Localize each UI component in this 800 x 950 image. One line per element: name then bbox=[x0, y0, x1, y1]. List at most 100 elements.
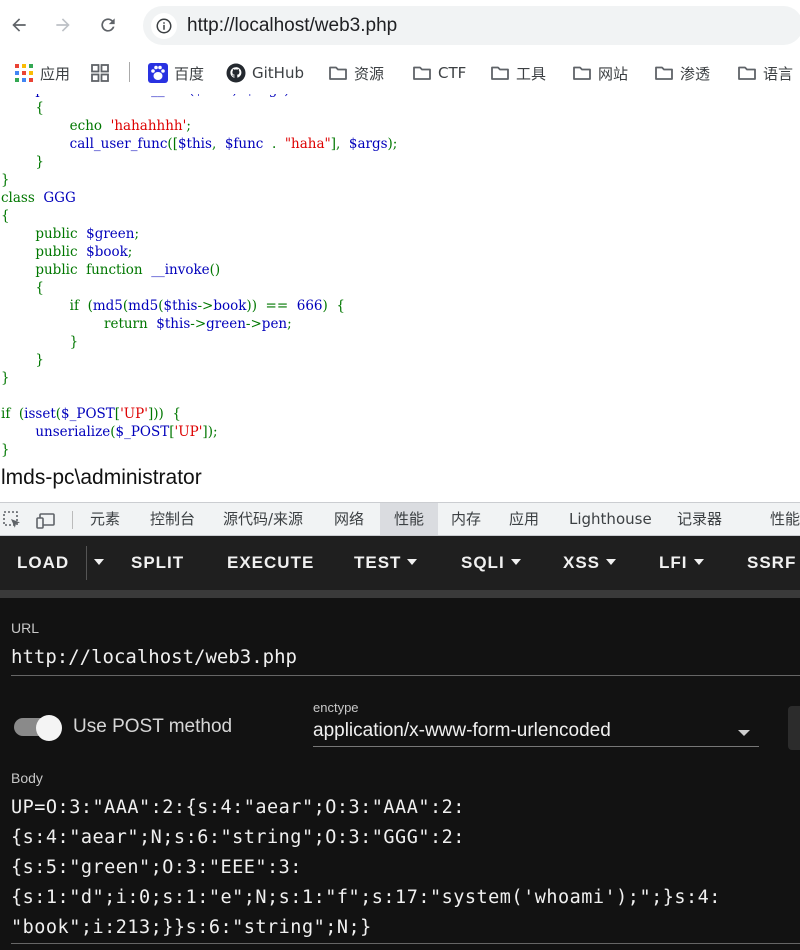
bookmark-folder-pentest[interactable]: 渗透 bbox=[654, 60, 710, 86]
tab-recorder[interactable]: 记录器 bbox=[667, 503, 732, 535]
folder-icon bbox=[491, 66, 509, 80]
code-token: ])) { bbox=[147, 406, 181, 422]
tab-elements[interactable]: 元素 bbox=[80, 503, 130, 535]
code-token: $func bbox=[224, 136, 272, 152]
body-field-underline bbox=[11, 943, 800, 944]
tab-groups-icon bbox=[91, 64, 109, 82]
side-panel-button[interactable] bbox=[788, 706, 800, 750]
code-token: 'UP' bbox=[120, 406, 148, 422]
code-line: public function __invoke() bbox=[1, 261, 397, 279]
execute-button[interactable]: EXECUTE bbox=[227, 536, 314, 590]
browser-nav-bar: http://localhost/web3.php bbox=[0, 0, 800, 52]
body-line: {s:1:"d";i:0;s:1:"e";N;s:1:"f";s:17:"sys… bbox=[11, 887, 721, 908]
code-token: $_POST bbox=[61, 406, 115, 422]
tab-sources[interactable]: 源代码/来源 bbox=[212, 503, 314, 535]
tab-application[interactable]: 应用 bbox=[499, 503, 549, 535]
apps-grid-icon bbox=[15, 64, 33, 82]
code-token: () bbox=[209, 262, 221, 278]
code-token: 'hahahhhh' bbox=[110, 118, 187, 134]
bookmark-folder-websites[interactable]: 网站 bbox=[572, 60, 628, 86]
device-toolbar-icon[interactable] bbox=[36, 510, 56, 530]
code-token: green bbox=[206, 316, 246, 332]
code-line: public $green; bbox=[1, 225, 397, 243]
url-field-underline bbox=[11, 675, 800, 676]
back-button[interactable] bbox=[4, 10, 34, 40]
code-token: -> bbox=[190, 316, 207, 332]
code-token: md5 bbox=[128, 298, 159, 314]
bookmark-label: 工具 bbox=[516, 64, 547, 83]
toolbar-divider bbox=[86, 546, 87, 580]
bookmark-folder-tools[interactable]: 工具 bbox=[490, 60, 546, 86]
forward-button[interactable] bbox=[48, 10, 78, 40]
bookmark-folder-languages[interactable]: 语言 bbox=[737, 60, 793, 86]
code-token: if ( bbox=[1, 406, 25, 422]
bookmark-label: GitHub bbox=[252, 64, 304, 82]
code-token: ; bbox=[127, 244, 133, 260]
tab-performance[interactable]: 性能 bbox=[380, 503, 439, 535]
page-content: public function __call($func, $args) { e… bbox=[0, 94, 800, 502]
code-line: { bbox=[1, 99, 397, 117]
inspect-element-icon[interactable] bbox=[2, 510, 22, 530]
code-line: { bbox=[1, 279, 397, 297]
code-token: return bbox=[104, 316, 157, 332]
execute-button-label: EXECUTE bbox=[227, 553, 315, 572]
bookmark-folder-ctf[interactable]: CTF bbox=[412, 60, 466, 86]
bookmark-folder-resources[interactable]: 资源 bbox=[328, 60, 384, 86]
test-menu-button[interactable]: TEST bbox=[354, 536, 418, 590]
post-method-label: Use POST method bbox=[73, 716, 233, 737]
chevron-down-icon[interactable] bbox=[738, 730, 750, 736]
code-line: } bbox=[1, 441, 397, 459]
code-token: ; bbox=[186, 118, 191, 134]
tab-lighthouse[interactable]: Lighthouse bbox=[558, 503, 663, 535]
tab-performance-insights[interactable]: 性能 bbox=[760, 503, 800, 535]
code-token: ([ bbox=[167, 136, 178, 152]
xss-menu-button[interactable]: XSS bbox=[563, 536, 617, 590]
lfi-menu-label: LFI bbox=[659, 553, 688, 572]
tab-memory[interactable]: 内存 bbox=[441, 503, 491, 535]
code-token: -> bbox=[197, 298, 214, 314]
site-info-button[interactable] bbox=[151, 13, 177, 39]
code-token: } bbox=[1, 442, 10, 458]
load-button[interactable]: LOAD bbox=[17, 536, 69, 590]
bookmarks-bar: 应用 百度 GitHub 资源 CTF 工具 网站 渗透 语言 bbox=[0, 52, 800, 94]
bookmark-label: 网站 bbox=[598, 64, 629, 83]
sqli-menu-button[interactable]: SQLI bbox=[461, 536, 521, 590]
ssrf-menu-label: SSRF bbox=[747, 553, 797, 572]
bookmark-apps[interactable]: 应用 bbox=[14, 60, 70, 86]
arrow-right-icon bbox=[56, 18, 70, 32]
test-menu-label: TEST bbox=[354, 553, 402, 572]
bookmark-baidu[interactable]: 百度 bbox=[148, 60, 204, 86]
url-field[interactable]: http://localhost/web3.php bbox=[11, 646, 297, 668]
split-button[interactable]: SPLIT bbox=[131, 536, 184, 590]
toggle-knob[interactable] bbox=[36, 715, 62, 741]
code-line: if (isset($_POST['UP'])) { bbox=[1, 405, 397, 423]
tab-console[interactable]: 控制台 bbox=[139, 503, 206, 535]
url-field-label: URL bbox=[11, 620, 40, 636]
tab-network[interactable]: 网络 bbox=[323, 503, 375, 535]
github-icon bbox=[226, 63, 246, 83]
reload-button[interactable] bbox=[93, 10, 123, 40]
body-field[interactable]: UP=O:3:"AAA":2:{s:4:"aear";O:3:"AAA":2: {… bbox=[11, 793, 791, 943]
load-dropdown-button[interactable] bbox=[88, 536, 108, 590]
enctype-select[interactable]: application/x-www-form-urlencoded bbox=[313, 720, 611, 742]
code-line: } bbox=[1, 333, 397, 351]
address-bar[interactable]: http://localhost/web3.php bbox=[143, 6, 800, 45]
lfi-menu-button[interactable]: LFI bbox=[659, 536, 704, 590]
code-token: . bbox=[271, 136, 285, 152]
bookmark-tab-groups[interactable] bbox=[90, 60, 116, 86]
code-token: echo bbox=[69, 118, 111, 134]
chevron-down-icon bbox=[510, 559, 521, 566]
code-token: public function bbox=[35, 262, 152, 278]
code-line: } bbox=[1, 351, 397, 369]
address-bar-url[interactable]: http://localhost/web3.php bbox=[187, 15, 397, 37]
code-token: } bbox=[1, 370, 10, 386]
command-output: lmds-pc\administrator bbox=[1, 466, 202, 489]
load-button-label: LOAD bbox=[17, 553, 70, 572]
bookmark-github[interactable]: GitHub bbox=[226, 60, 304, 86]
ssrf-menu-button[interactable]: SSRF bbox=[747, 536, 796, 590]
code-token: $this bbox=[156, 316, 191, 332]
chevron-down-icon bbox=[407, 559, 418, 566]
devtools-tab-bar: 元素 控制台 源代码/来源 网络 性能 内存 应用 Lighthouse 记录器… bbox=[0, 502, 800, 536]
